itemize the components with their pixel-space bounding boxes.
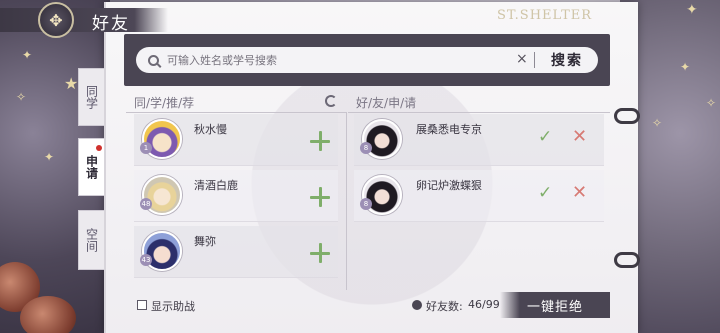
sparkle-icon: ✧: [16, 90, 27, 104]
refresh-icon[interactable]: [325, 95, 337, 107]
list-item: 1 秋水慢: [134, 114, 338, 166]
winged-emblem-icon[interactable]: ✥: [38, 2, 74, 38]
list-item: 48 清酒白鹿: [134, 170, 338, 222]
search-input[interactable]: 可输入姓名或学号搜索: [136, 47, 544, 73]
requester-name: 卵记炉激蝶狠: [416, 179, 482, 192]
notification-dot: [96, 145, 102, 151]
reject-all-button[interactable]: 一键拒绝: [500, 292, 610, 318]
show-assist-checkbox[interactable]: [137, 300, 147, 310]
sparkle-icon: ✦: [22, 48, 33, 62]
friend-count-value: 46/99: [468, 298, 500, 311]
list-item: 8 卵记炉激蝶狠 ✓ ✕: [354, 170, 604, 222]
tab-label: 申请: [84, 155, 99, 179]
binder-ring: [614, 108, 640, 124]
divider: [126, 112, 346, 113]
sparkle-icon: ✧: [652, 116, 663, 130]
friend-name: 秋水慢: [194, 123, 227, 136]
brand-logo: ST.SHELTER: [497, 8, 593, 23]
reject-x-icon[interactable]: ✕: [572, 126, 587, 147]
list-item: 43 舞弥: [134, 226, 338, 278]
level-badge: 1: [140, 142, 152, 154]
level-badge: 8: [360, 142, 372, 154]
level-badge: 8: [360, 198, 372, 210]
page-title: 好友: [92, 14, 130, 34]
friend-name: 清酒白鹿: [194, 179, 238, 192]
divider: [534, 52, 535, 68]
show-assist-label: 显示助战: [151, 300, 195, 313]
tab-applications[interactable]: 申请: [78, 138, 104, 196]
tab-space[interactable]: 空间: [78, 210, 104, 270]
add-friend-button[interactable]: [309, 242, 331, 264]
sparkle-icon: ✧: [706, 96, 717, 110]
requester-name: 展桑悉电专京: [416, 123, 482, 136]
divider: [346, 112, 347, 290]
tab-classmates[interactable]: 同学: [78, 68, 104, 126]
level-badge: 43: [140, 254, 152, 266]
add-friend-button[interactable]: [309, 130, 331, 152]
tab-label: 同学: [84, 85, 99, 109]
sparkle-icon: ✦: [686, 2, 698, 18]
recommend-section-title: 同/学/推/荐: [134, 96, 195, 110]
header-bar: [0, 8, 168, 32]
search-button[interactable]: 搜索: [536, 47, 598, 73]
binder-ring: [614, 252, 640, 268]
friend-name: 舞弥: [194, 235, 216, 248]
search-placeholder: 可输入姓名或学号搜索: [167, 54, 277, 67]
friend-count-label: 好友数:: [426, 300, 463, 313]
friend-count-icon: [412, 300, 422, 310]
divider: [348, 112, 610, 113]
rose-decoration: [20, 296, 76, 333]
list-item: 8 展桑悉电专京 ✓ ✕: [354, 114, 604, 166]
search-icon: [148, 54, 159, 66]
accept-check-icon[interactable]: ✓: [538, 183, 552, 203]
sparkle-icon: ✦: [680, 60, 691, 74]
requests-section-title: 好/友/申/请: [356, 96, 417, 110]
sparkle-icon: ★: [64, 74, 79, 93]
sparkle-icon: ✦: [44, 150, 55, 164]
close-icon[interactable]: ×: [516, 51, 528, 67]
add-friend-button[interactable]: [309, 186, 331, 208]
accept-check-icon[interactable]: ✓: [538, 127, 552, 147]
level-badge: 48: [140, 198, 152, 210]
tab-label: 空间: [84, 228, 99, 252]
reject-x-icon[interactable]: ✕: [572, 182, 587, 203]
